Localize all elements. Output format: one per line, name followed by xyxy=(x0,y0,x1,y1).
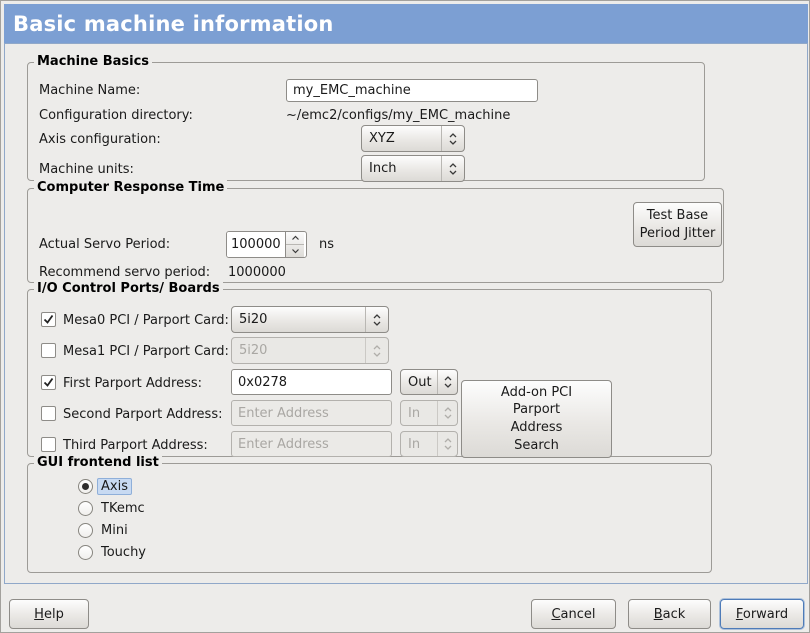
third-parport-label[interactable]: Third Parport Address: xyxy=(63,438,208,453)
machine-units-value: Inch xyxy=(362,161,441,176)
test-base-period-jitter-button[interactable]: Test Base Period Jitter xyxy=(633,202,722,247)
page-header: Basic machine information xyxy=(4,4,808,43)
axis-configuration-label: Axis configuration: xyxy=(39,132,161,147)
basic-machine-information-dialog: Basic machine information Machine Basics… xyxy=(0,0,810,633)
machine-name-input[interactable] xyxy=(286,79,538,102)
mesa0-label[interactable]: Mesa0 PCI / Parport Card: xyxy=(63,313,229,328)
first-parport-label[interactable]: First Parport Address: xyxy=(63,376,202,391)
machine-units-label: Machine units: xyxy=(39,162,134,177)
io-row-first-parport: First Parport Address: Out xyxy=(41,369,491,396)
servo-period-unit: ns xyxy=(319,237,334,252)
response-time-frame: Computer Response Time Test Base Period … xyxy=(27,188,724,283)
io-row-second-parport: Second Parport Address: In xyxy=(41,400,491,427)
axis-configuration-combo[interactable]: XYZ xyxy=(361,125,465,152)
io-ports-legend: I/O Control Ports/ Boards xyxy=(34,281,223,296)
config-directory-label: Configuration directory: xyxy=(39,108,193,123)
help-button-label: Help xyxy=(34,607,64,622)
spin-up-button[interactable] xyxy=(286,232,304,245)
forward-button[interactable]: Forward xyxy=(720,599,804,629)
radio-axis[interactable] xyxy=(78,479,93,494)
third-parport-checkbox[interactable] xyxy=(41,437,56,452)
mesa0-card-value: 5i20 xyxy=(232,312,365,327)
mesa0-card-combo[interactable]: 5i20 xyxy=(231,306,389,333)
third-parport-direction-value: In xyxy=(401,437,437,452)
mesa0-checkbox[interactable] xyxy=(41,312,56,327)
servo-period-label: Actual Servo Period: xyxy=(39,237,170,252)
cancel-button-label: Cancel xyxy=(551,607,595,622)
radio-touchy-label[interactable]: Touchy xyxy=(101,545,146,560)
back-button[interactable]: Back xyxy=(628,599,711,629)
servo-period-spinbox[interactable] xyxy=(226,231,307,258)
second-parport-direction-combo: In xyxy=(400,400,458,426)
third-parport-direction-combo: In xyxy=(400,431,458,457)
config-directory-value: ~/emc2/configs/my_EMC_machine xyxy=(286,108,510,123)
page-content-area: Machine Basics Machine Name: Configurati… xyxy=(4,43,808,584)
recommend-servo-period-label: Recommend servo period: xyxy=(39,265,210,280)
machine-basics-frame: Machine Basics Machine Name: Configurati… xyxy=(27,62,705,181)
io-ports-frame: I/O Control Ports/ Boards Mesa0 PCI / Pa… xyxy=(27,289,712,457)
dropdown-arrows-icon xyxy=(365,307,388,332)
first-parport-direction-value: Out xyxy=(401,375,437,390)
cancel-button[interactable]: Cancel xyxy=(531,599,616,629)
radio-mini[interactable] xyxy=(78,523,93,538)
recommend-servo-period-value: 1000000 xyxy=(228,265,286,280)
radio-mini-label[interactable]: Mini xyxy=(101,523,128,538)
io-row-mesa0: Mesa0 PCI / Parport Card: 5i20 xyxy=(41,306,421,333)
dropdown-arrows-icon xyxy=(441,156,464,181)
gui-frontend-frame: GUI frontend list Axis TKemc Mini Touchy xyxy=(27,463,712,573)
mesa1-card-combo: 5i20 xyxy=(231,337,389,364)
second-parport-checkbox[interactable] xyxy=(41,406,56,421)
third-parport-address-input xyxy=(231,431,392,457)
second-parport-direction-value: In xyxy=(401,406,437,421)
machine-units-combo[interactable]: Inch xyxy=(361,155,465,182)
axis-configuration-value: XYZ xyxy=(362,131,441,146)
second-parport-address-input xyxy=(231,400,392,426)
second-parport-label[interactable]: Second Parport Address: xyxy=(63,407,222,422)
radio-touchy[interactable] xyxy=(78,545,93,560)
mesa1-card-value: 5i20 xyxy=(232,343,365,358)
forward-button-label: Forward xyxy=(736,607,788,622)
spin-buttons xyxy=(285,232,304,257)
mesa1-checkbox[interactable] xyxy=(41,343,56,358)
radio-tkemc[interactable] xyxy=(78,501,93,516)
first-parport-checkbox[interactable] xyxy=(41,375,56,390)
dropdown-arrows-icon xyxy=(437,401,457,425)
response-time-legend: Computer Response Time xyxy=(34,180,227,195)
check-icon xyxy=(43,377,54,388)
spin-down-button[interactable] xyxy=(286,245,304,257)
back-button-label: Back xyxy=(654,607,686,622)
dropdown-arrows-icon xyxy=(365,338,388,363)
servo-period-input[interactable] xyxy=(227,232,285,257)
check-icon xyxy=(43,314,54,325)
dropdown-arrows-icon xyxy=(437,370,457,394)
first-parport-address-input[interactable] xyxy=(231,369,392,395)
dropdown-arrows-icon xyxy=(441,126,464,151)
machine-name-label: Machine Name: xyxy=(39,83,140,98)
mesa1-label[interactable]: Mesa1 PCI / Parport Card: xyxy=(63,344,229,359)
radio-axis-label[interactable]: Axis xyxy=(97,478,132,495)
gui-frontend-legend: GUI frontend list xyxy=(34,455,162,470)
radio-dot xyxy=(82,483,89,490)
machine-basics-legend: Machine Basics xyxy=(34,54,152,69)
dropdown-arrows-icon xyxy=(437,432,457,456)
radio-tkemc-label[interactable]: TKemc xyxy=(101,501,145,516)
help-button[interactable]: Help xyxy=(9,599,89,629)
io-row-mesa1: Mesa1 PCI / Parport Card: 5i20 xyxy=(41,337,421,364)
page-title: Basic machine information xyxy=(13,12,334,36)
first-parport-direction-combo[interactable]: Out xyxy=(400,369,458,395)
addon-pci-parport-search-button[interactable]: Add-on PCI Parport Address Search xyxy=(461,380,612,458)
io-row-third-parport: Third Parport Address: In xyxy=(41,431,491,458)
